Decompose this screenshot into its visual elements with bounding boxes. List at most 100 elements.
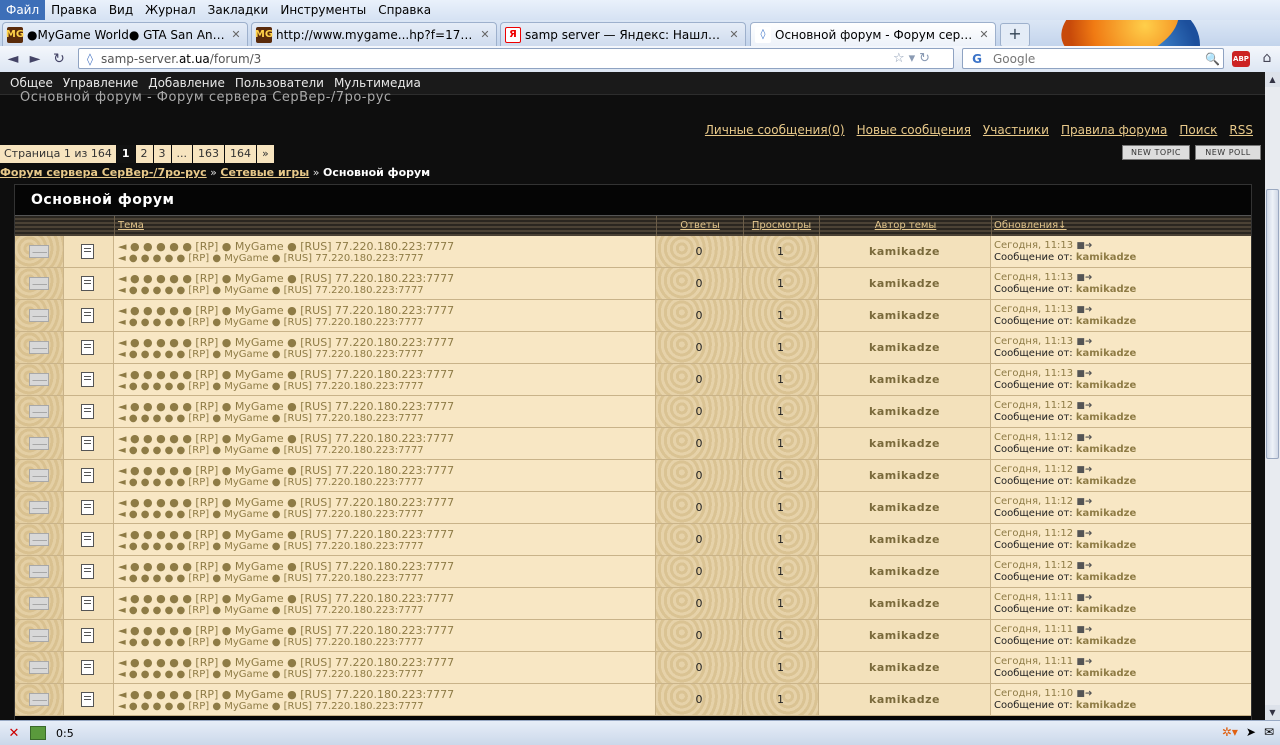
last-post-author-link[interactable]: kamikadze <box>1076 668 1136 679</box>
go-to-last-post-icon[interactable]: ■➜ <box>1076 369 1092 379</box>
forward-arrow-icon[interactable]: ► <box>26 50 44 68</box>
column-topic[interactable]: Тема <box>114 216 656 236</box>
address-bar[interactable]: ◊ samp-server.at.ua/forum/3 ☆▾↻ <box>78 48 954 69</box>
breadcrumb-forum-home[interactable]: Форум сервера СерВер-/7ро-рус <box>0 166 207 179</box>
download-icon[interactable] <box>30 726 46 740</box>
menu-file[interactable]: Файл <box>0 0 46 20</box>
topic-author-link[interactable]: kamikadze <box>819 300 991 331</box>
close-icon[interactable]: ✕ <box>727 28 741 41</box>
addon-status-icon[interactable]: ✲▾ <box>1222 725 1238 739</box>
topic-author-link[interactable]: kamikadze <box>819 364 991 395</box>
page-1[interactable]: 1 <box>116 145 135 163</box>
site-menu-general[interactable]: Общее <box>0 76 58 90</box>
link-new-messages[interactable]: Новые сообщения <box>857 123 971 137</box>
column-replies[interactable]: Ответы <box>656 216 743 236</box>
topic-title-link[interactable]: ◄ ● ● ● ● ● [RP] ● MyGame ● [RUS] 77.220… <box>118 432 655 445</box>
last-post-author-link[interactable]: kamikadze <box>1076 700 1136 711</box>
last-post-author-link[interactable]: kamikadze <box>1076 412 1136 423</box>
menu-help[interactable]: Справка <box>372 0 437 20</box>
breadcrumb-network-games[interactable]: Сетевые игры <box>220 166 309 179</box>
topic-author-link[interactable]: kamikadze <box>819 332 991 363</box>
topic-author-link[interactable]: kamikadze <box>819 268 991 299</box>
link-rss[interactable]: RSS <box>1229 123 1253 137</box>
topic-title-link[interactable]: ◄ ● ● ● ● ● [RP] ● MyGame ● [RUS] 77.220… <box>118 464 655 477</box>
menu-view[interactable]: Вид <box>103 0 139 20</box>
page-3[interactable]: 3 <box>153 145 171 163</box>
vertical-scrollbar[interactable]: ▲ ▼ <box>1265 72 1280 720</box>
topic-title-link[interactable]: ◄ ● ● ● ● ● [RP] ● MyGame ● [RUS] 77.220… <box>118 656 655 669</box>
topic-author-link[interactable]: kamikadze <box>819 524 991 555</box>
topic-title-link[interactable]: ◄ ● ● ● ● ● [RP] ● MyGame ● [RUS] 77.220… <box>118 400 655 413</box>
column-updates[interactable]: Обновления↓ <box>991 216 1251 236</box>
scrollbar-thumb[interactable] <box>1266 189 1279 459</box>
topic-author-link[interactable]: kamikadze <box>819 396 991 427</box>
topic-title-link[interactable]: ◄ ● ● ● ● ● [RP] ● MyGame ● [RUS] 77.220… <box>118 592 655 605</box>
last-post-author-link[interactable]: kamikadze <box>1076 572 1136 583</box>
topic-title-link[interactable]: ◄ ● ● ● ● ● [RP] ● MyGame ● [RUS] 77.220… <box>118 560 655 573</box>
topic-author-link[interactable]: kamikadze <box>819 492 991 523</box>
link-members[interactable]: Участники <box>983 123 1049 137</box>
topic-title-link[interactable]: ◄ ● ● ● ● ● [RP] ● MyGame ● [RUS] 77.220… <box>118 336 655 349</box>
topic-author-link[interactable]: kamikadze <box>819 588 991 619</box>
topic-title-link[interactable]: ◄ ● ● ● ● ● [RP] ● MyGame ● [RUS] 77.220… <box>118 688 655 701</box>
go-to-last-post-icon[interactable]: ■➜ <box>1076 337 1092 347</box>
menu-history[interactable]: Журнал <box>139 0 202 20</box>
go-to-last-post-icon[interactable]: ■➜ <box>1076 625 1092 635</box>
topic-title-link[interactable]: ◄ ● ● ● ● ● [RP] ● MyGame ● [RUS] 77.220… <box>118 368 655 381</box>
page-next[interactable]: » <box>257 145 274 163</box>
tab-yandex[interactable]: Я samp server — Яндекс: Нашлось 3 млн ..… <box>500 22 746 46</box>
go-to-last-post-icon[interactable]: ■➜ <box>1076 241 1092 251</box>
stop-icon[interactable]: ✕ <box>4 726 24 741</box>
last-post-author-link[interactable]: kamikadze <box>1076 604 1136 615</box>
page-163[interactable]: 163 <box>193 145 225 163</box>
topic-author-link[interactable]: kamikadze <box>819 620 991 651</box>
menu-edit[interactable]: Правка <box>45 0 103 20</box>
last-post-author-link[interactable]: kamikadze <box>1076 540 1136 551</box>
last-post-author-link[interactable]: kamikadze <box>1076 348 1136 359</box>
go-to-last-post-icon[interactable]: ■➜ <box>1076 273 1092 283</box>
tab-mygame-world[interactable]: MG ●MyGame World● GTA San Andreas Multi.… <box>2 22 248 46</box>
gmail-icon[interactable]: ✉ <box>1264 725 1274 739</box>
search-icon[interactable]: 🔍 <box>1205 52 1223 66</box>
go-to-last-post-icon[interactable]: ■➜ <box>1076 689 1092 699</box>
go-to-last-post-icon[interactable]: ■➜ <box>1076 433 1092 443</box>
topic-author-link[interactable]: kamikadze <box>819 556 991 587</box>
new-poll-button[interactable]: NEW POLL <box>1195 145 1261 160</box>
go-to-last-post-icon[interactable]: ■➜ <box>1076 657 1092 667</box>
close-icon[interactable]: ✕ <box>977 28 991 41</box>
search-input[interactable] <box>991 50 1205 67</box>
topic-author-link[interactable]: kamikadze <box>819 684 991 715</box>
go-to-last-post-icon[interactable]: ■➜ <box>1076 529 1092 539</box>
back-arrow-icon[interactable]: ◄ <box>4 50 22 68</box>
search-bar[interactable]: G 🔍 <box>962 48 1224 69</box>
last-post-author-link[interactable]: kamikadze <box>1076 316 1136 327</box>
last-post-author-link[interactable]: kamikadze <box>1076 252 1136 263</box>
column-views[interactable]: Просмотры <box>743 216 819 236</box>
topic-author-link[interactable]: kamikadze <box>819 428 991 459</box>
go-to-last-post-icon[interactable]: ■➜ <box>1076 561 1092 571</box>
site-menu-management[interactable]: Управление <box>58 76 143 90</box>
last-post-author-link[interactable]: kamikadze <box>1076 444 1136 455</box>
new-tab-button[interactable]: + <box>1000 23 1030 47</box>
topic-title-link[interactable]: ◄ ● ● ● ● ● [RP] ● MyGame ● [RUS] 77.220… <box>118 272 655 285</box>
go-to-last-post-icon[interactable]: ■➜ <box>1076 465 1092 475</box>
go-to-last-post-icon[interactable]: ■➜ <box>1076 497 1092 507</box>
close-icon[interactable]: ✕ <box>478 28 492 41</box>
reload-icon[interactable]: ↻ <box>50 50 68 68</box>
adblock-icon[interactable]: ABP <box>1232 51 1250 67</box>
last-post-author-link[interactable]: kamikadze <box>1076 636 1136 647</box>
site-identity-icon[interactable]: ◊ <box>79 52 101 66</box>
topic-title-link[interactable]: ◄ ● ● ● ● ● [RP] ● MyGame ● [RUS] 77.220… <box>118 304 655 317</box>
site-menu-add[interactable]: Добавление <box>143 76 230 90</box>
menu-bookmarks[interactable]: Закладки <box>202 0 275 20</box>
last-post-author-link[interactable]: kamikadze <box>1076 476 1136 487</box>
scroll-up-icon[interactable]: ▲ <box>1265 72 1280 87</box>
url-text[interactable]: samp-server.at.ua/forum/3 <box>101 52 893 66</box>
google-engine-icon[interactable]: G <box>963 52 991 66</box>
topic-title-link[interactable]: ◄ ● ● ● ● ● [RP] ● MyGame ● [RUS] 77.220… <box>118 528 655 541</box>
topic-author-link[interactable]: kamikadze <box>819 652 991 683</box>
last-post-author-link[interactable]: kamikadze <box>1076 508 1136 519</box>
link-forum-rules[interactable]: Правила форума <box>1061 123 1167 137</box>
page-164[interactable]: 164 <box>225 145 257 163</box>
topic-author-link[interactable]: kamikadze <box>819 236 991 267</box>
